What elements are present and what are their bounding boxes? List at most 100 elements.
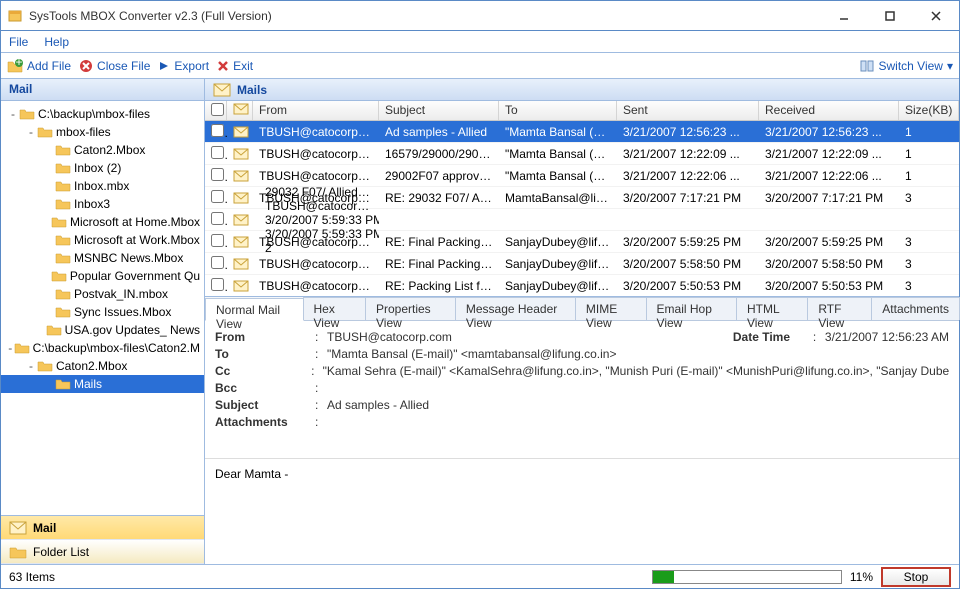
- tree-node[interactable]: Microsoft at Work.Mbox: [1, 231, 204, 249]
- col-to[interactable]: To: [499, 101, 617, 120]
- expand-icon[interactable]: -: [25, 359, 37, 373]
- table-row[interactable]: TBUSH@catocorp.c...16579/29000/29032..."…: [205, 143, 959, 165]
- tree-label: Microsoft at Home.Mbox: [70, 215, 200, 229]
- tab-rtf[interactable]: RTF View: [807, 297, 872, 320]
- tree-node[interactable]: Postvak_IN.mbox: [1, 285, 204, 303]
- tree-node[interactable]: -C:\backup\mbox-files: [1, 105, 204, 123]
- cell-to: MamtaBansal@lifu...: [499, 191, 617, 205]
- row-checkbox[interactable]: [211, 190, 224, 203]
- folder-icon: [19, 107, 35, 121]
- tree-node[interactable]: USA.gov Updates_ News: [1, 321, 204, 339]
- col-from[interactable]: From: [253, 101, 379, 120]
- col-sent[interactable]: Sent: [617, 101, 759, 120]
- export-icon: [158, 60, 170, 72]
- exit-button[interactable]: Exit: [217, 59, 253, 73]
- tree-label: Sync Issues.Mbox: [74, 305, 171, 319]
- menu-file[interactable]: File: [9, 35, 28, 49]
- row-checkbox[interactable]: [211, 168, 224, 181]
- expand-icon[interactable]: -: [25, 125, 37, 139]
- cell-received: 3/21/2007 12:56:23 ...: [759, 125, 899, 139]
- grid-rows[interactable]: TBUSH@catocorp.c...Ad samples - Allied"M…: [205, 121, 959, 296]
- close-button[interactable]: [913, 1, 959, 31]
- tree-node[interactable]: Caton2.Mbox: [1, 141, 204, 159]
- row-checkbox[interactable]: [211, 212, 224, 225]
- tree-node[interactable]: -mbox-files: [1, 123, 204, 141]
- col-received[interactable]: Received: [759, 101, 899, 120]
- tree-node[interactable]: Microsoft at Home.Mbox: [1, 213, 204, 231]
- left-panel-header: Mail: [1, 79, 204, 101]
- tab-email-hop[interactable]: Email Hop View: [646, 297, 737, 320]
- add-file-button[interactable]: + Add File: [7, 59, 71, 73]
- row-checkbox[interactable]: [211, 234, 224, 247]
- label-from: From: [215, 330, 315, 344]
- tree-node[interactable]: Inbox (2): [1, 159, 204, 177]
- folder-icon: [55, 287, 71, 301]
- cell-from: TBUSH@catocorp.c...: [253, 235, 379, 249]
- tab-hex[interactable]: Hex View: [303, 297, 366, 320]
- left-nav: Mail Folder List: [1, 515, 204, 564]
- tab-properties[interactable]: Properties View: [365, 297, 456, 320]
- grid-header[interactable]: From Subject To Sent Received Size(KB): [205, 101, 959, 121]
- col-icon[interactable]: [227, 101, 253, 120]
- switch-view-button[interactable]: Switch View ▾: [860, 59, 953, 73]
- tree-node[interactable]: Popular Government Qu: [1, 267, 204, 285]
- mail-meta: From: TBUSH@catocorp.com Date Time: 3/21…: [205, 321, 959, 438]
- tree-node[interactable]: - C:\backup\mbox-files\Caton2.M: [1, 339, 204, 357]
- export-button[interactable]: Export: [158, 59, 209, 73]
- row-checkbox[interactable]: [211, 146, 224, 159]
- folder-tree[interactable]: -C:\backup\mbox-files-mbox-filesCaton2.M…: [1, 101, 204, 515]
- table-row[interactable]: TBUSH@catocorp.c...Ad samples - Allied"M…: [205, 121, 959, 143]
- select-all-checkbox[interactable]: [211, 103, 224, 116]
- minimize-button[interactable]: [821, 1, 867, 31]
- cell-sent: 3/20/2007 5:59:25 PM: [617, 235, 759, 249]
- table-row[interactable]: TBUSH@catocorp.c...RE: Packing List for.…: [205, 275, 959, 296]
- mail-icon: [213, 83, 231, 97]
- tab-message-header[interactable]: Message Header View: [455, 297, 576, 320]
- menubar: File Help: [1, 31, 959, 53]
- folder-icon: [55, 143, 71, 157]
- row-checkbox[interactable]: [211, 278, 224, 291]
- chevron-down-icon: ▾: [947, 59, 953, 73]
- meta-hscroll[interactable]: [305, 438, 949, 456]
- mail-body[interactable]: Dear Mamta -: [205, 458, 959, 496]
- mail-icon: [9, 521, 27, 535]
- folder-icon: [55, 305, 71, 319]
- stop-button[interactable]: Stop: [881, 567, 951, 587]
- col-size[interactable]: Size(KB): [899, 101, 959, 120]
- maximize-button[interactable]: [867, 1, 913, 31]
- close-file-button[interactable]: Close File: [79, 59, 150, 73]
- folder-icon: [55, 377, 71, 391]
- tree-label: Microsoft at Work.Mbox: [74, 233, 200, 247]
- menu-help[interactable]: Help: [44, 35, 69, 49]
- tab-mime[interactable]: MIME View: [575, 297, 647, 320]
- envelope-icon: [227, 214, 253, 226]
- tab-normal[interactable]: Normal Mail View: [205, 298, 304, 321]
- tree-node[interactable]: MSNBC News.Mbox: [1, 249, 204, 267]
- tree-node[interactable]: Inbox.mbx: [1, 177, 204, 195]
- cell-subject: 16579/29000/29032...: [379, 147, 499, 161]
- table-row[interactable]: TBUSH@catocorp.c...RE: Final Packing Li.…: [205, 253, 959, 275]
- folder-icon: [55, 161, 71, 175]
- mail-grid: From Subject To Sent Received Size(KB) T…: [205, 101, 959, 297]
- nav-mail[interactable]: Mail: [1, 516, 204, 540]
- tree-node[interactable]: Mails: [1, 375, 204, 393]
- table-row[interactable]: 29032 F07/ Allied / ...TBUSH@catocorp...…: [205, 209, 959, 231]
- tree-node[interactable]: Sync Issues.Mbox: [1, 303, 204, 321]
- tree-label: Caton2.Mbox: [56, 359, 127, 373]
- cell-subject: RE: Final Packing Li...: [379, 257, 499, 271]
- cell-size: 1: [899, 169, 959, 183]
- tab-html[interactable]: HTML View: [736, 297, 808, 320]
- tree-node[interactable]: - Caton2.Mbox: [1, 357, 204, 375]
- row-checkbox[interactable]: [211, 124, 224, 137]
- nav-folder-list[interactable]: Folder List: [1, 540, 204, 564]
- col-subject[interactable]: Subject: [379, 101, 499, 120]
- expand-icon[interactable]: -: [7, 341, 14, 355]
- row-checkbox[interactable]: [211, 256, 224, 269]
- tab-attachments[interactable]: Attachments: [871, 297, 960, 320]
- tree-label: C:\backup\mbox-files\Caton2.M: [33, 341, 200, 355]
- tree-node[interactable]: Inbox3: [1, 195, 204, 213]
- cell-received: 3/20/2007 5:50:53 PM: [759, 279, 899, 293]
- envelope-icon: [227, 258, 253, 270]
- cell-from: TBUSH@catocorp.c...: [253, 125, 379, 139]
- expand-icon[interactable]: -: [7, 107, 19, 121]
